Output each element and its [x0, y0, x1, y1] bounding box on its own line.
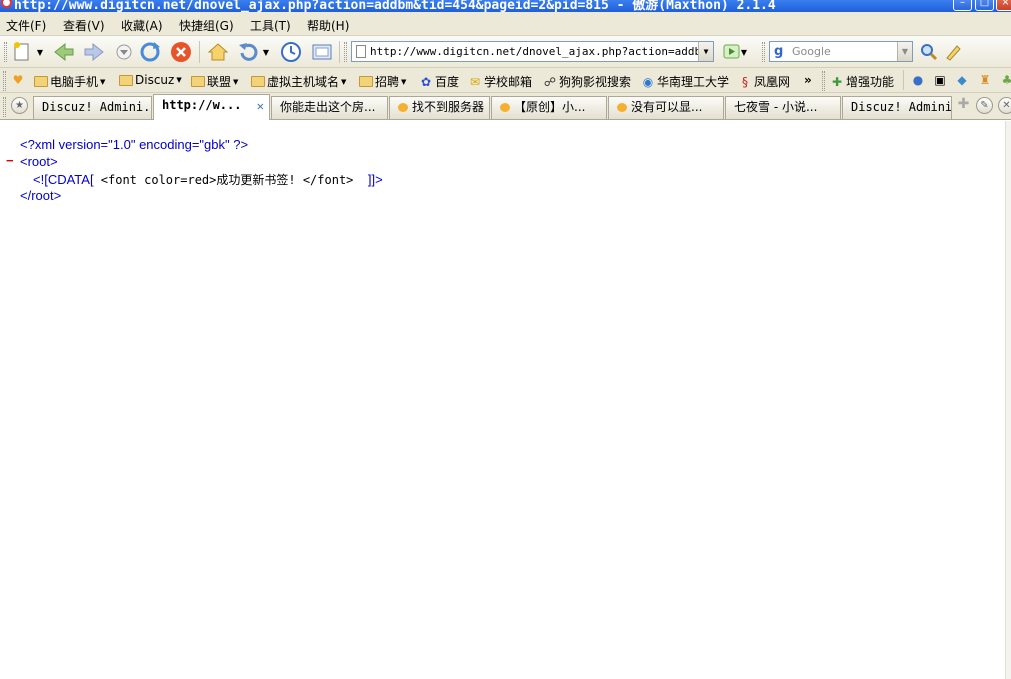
- collapse-toggle[interactable]: −: [6, 153, 14, 168]
- address-url: http://www.digitcn.net/dnovel_ajax.php?a…: [370, 45, 714, 58]
- fav-link-school-mail[interactable]: ✉ 学校邮箱: [468, 73, 532, 90]
- search-box[interactable]: g Google ▼: [769, 41, 913, 62]
- tab-bar: ★ Discuz! Admini... http://w...✕ 你能走出这个房…: [0, 93, 1011, 120]
- tab-nothing-to-display[interactable]: 没有可以显...: [608, 96, 724, 119]
- menu-help[interactable]: 帮助(H): [307, 17, 349, 34]
- plugin-icon-2[interactable]: ◆: [955, 73, 969, 87]
- fav-link-sogou-video[interactable]: ☍ 狗狗影视搜索: [543, 73, 631, 90]
- refresh-icon[interactable]: [138, 40, 162, 64]
- page-content: <?xml version="1.0" encoding="gbk" ?> − …: [0, 121, 1005, 679]
- home-icon[interactable]: [206, 40, 230, 64]
- history-dropdown-icon[interactable]: [112, 40, 136, 64]
- folder-icon: [359, 76, 373, 87]
- close-tab-icon[interactable]: ✕: [257, 96, 264, 117]
- folder-icon: [119, 74, 133, 86]
- favorites-bar: ♥ 电脑手机 ▼ Discuz ▼ 联盟 ▼ 虚拟主机域名 ▼ 招聘 ▼ ✿ 百度 ✉ 学校邮…: [0, 68, 1011, 93]
- paw-icon: ✿: [420, 74, 432, 89]
- fav-folder-computer[interactable]: 电脑手机 ▼: [34, 73, 105, 90]
- tab-original[interactable]: 【原创】小...: [491, 96, 607, 119]
- cdata-open: <![CDATA[: [33, 172, 94, 187]
- favorite-star-icon[interactable]: ★: [11, 97, 28, 114]
- title-bar: http://www.digitcn.net/dnovel_ajax.php?a…: [0, 0, 1011, 12]
- menu-tools[interactable]: 工具(T): [250, 17, 291, 34]
- tab-escape-room[interactable]: 你能走出这个房...: [271, 96, 388, 119]
- xml-root-open-tag: <root>: [20, 154, 58, 169]
- tab-discuz-admin-1[interactable]: Discuz! Admini...: [33, 96, 152, 119]
- toolbar-grip: [4, 42, 7, 62]
- page-bubble-icon: [617, 103, 627, 112]
- cdata-close: ]]>: [367, 172, 383, 187]
- menu-groups[interactable]: 快捷组(G): [179, 17, 234, 34]
- plugin-icon-3[interactable]: ♜: [978, 73, 992, 87]
- maximize-button[interactable]: □: [975, 0, 994, 11]
- fav-folder-jobs[interactable]: 招聘 ▼: [359, 73, 406, 90]
- page-icon: [356, 45, 366, 58]
- tab-discuz-admin-2[interactable]: Discuz! Admini...: [842, 96, 952, 119]
- search-placeholder: Google: [792, 45, 831, 58]
- page-bubble-icon: [398, 103, 408, 112]
- menu-file[interactable]: 文件(F): [6, 17, 46, 34]
- maxthon-logo-icon: [1, 0, 12, 8]
- back-icon[interactable]: [52, 40, 76, 64]
- menu-view[interactable]: 查看(V): [63, 17, 105, 34]
- address-dropdown-icon[interactable]: ▼: [698, 42, 713, 61]
- google-icon: g: [774, 44, 784, 59]
- go-dropdown-icon[interactable]: ▼: [738, 40, 750, 64]
- xml-root-close-tag: </root>: [20, 188, 62, 203]
- cdata-text: <font color=red>成功更新书签! </font>: [93, 173, 368, 187]
- address-bar[interactable]: http://www.digitcn.net/dnovel_ajax.php?a…: [351, 41, 714, 62]
- favorites-more-button[interactable]: »: [804, 73, 812, 87]
- new-tab-plus-icon[interactable]: ✚: [955, 97, 972, 114]
- folder-icon: [34, 76, 48, 87]
- menu-bar: 文件(F) 查看(V) 收藏(A) 快捷组(G) 工具(T) 帮助(H): [0, 12, 1011, 36]
- globe-icon: ◉: [642, 74, 654, 89]
- fav-link-ifeng[interactable]: § 凤凰网: [738, 73, 790, 90]
- phoenix-icon: §: [742, 74, 748, 89]
- link-icon: ☍: [543, 74, 557, 89]
- clock-icon[interactable]: [279, 40, 303, 64]
- minimize-button[interactable]: –: [953, 0, 972, 11]
- plugin-icon-1[interactable]: ●: [911, 73, 925, 87]
- tab-tools-icon[interactable]: ✎: [976, 97, 993, 114]
- xml-cdata-line: <![CDATA[ <font color=red>成功更新书签! </font…: [33, 171, 383, 188]
- xml-declaration: <?xml version="1.0" encoding="gbk" ?>: [20, 137, 249, 152]
- close-window-button[interactable]: ×: [996, 0, 1011, 11]
- folder-icon: [191, 76, 205, 87]
- stop-icon[interactable]: [169, 40, 193, 64]
- tab-qiyexue-novel[interactable]: 七夜雪 - 小说...: [725, 96, 841, 119]
- close-all-tabs-icon[interactable]: ✕: [998, 97, 1011, 114]
- new-tab-icon[interactable]: [10, 40, 34, 64]
- fav-folder-hosting[interactable]: 虚拟主机域名 ▼: [251, 73, 346, 90]
- fav-folder-alliance[interactable]: 联盟 ▼: [191, 73, 238, 90]
- highlight-icon[interactable]: [941, 40, 965, 64]
- fav-folder-discuz[interactable]: Discuz ▼: [119, 73, 182, 87]
- enhance-button[interactable]: ✚ 增强功能: [830, 73, 894, 90]
- window-icon[interactable]: ▣: [933, 73, 947, 87]
- undo-close-icon[interactable]: [236, 40, 260, 64]
- fav-link-scut[interactable]: ◉ 华南理工大学: [641, 73, 729, 90]
- tab-server-not-found[interactable]: 找不到服务器: [389, 96, 490, 119]
- folder-icon: [251, 76, 265, 87]
- mail-icon: ✉: [469, 74, 481, 89]
- screen-capture-icon[interactable]: [310, 40, 334, 64]
- fav-link-baidu[interactable]: ✿ 百度: [419, 73, 459, 90]
- menu-favorites[interactable]: 收藏(A): [121, 17, 163, 34]
- tab-current-page[interactable]: http://w... ✕: [153, 94, 270, 120]
- undo-dropdown-icon[interactable]: ▼: [260, 40, 272, 64]
- search-engine-dropdown-icon[interactable]: ▼: [897, 42, 912, 61]
- window-title: http://www.digitcn.net/dnovel_ajax.php?a…: [14, 0, 776, 12]
- search-icon[interactable]: [917, 40, 941, 64]
- plugin-icon-4[interactable]: ♣: [1000, 73, 1011, 87]
- new-tab-dropdown-icon[interactable]: ▼: [34, 40, 46, 64]
- forward-icon[interactable]: [82, 40, 106, 64]
- favorites-shield-icon[interactable]: ♥: [11, 73, 25, 87]
- plus-icon: ✚: [831, 74, 843, 89]
- page-bubble-icon: [500, 103, 510, 112]
- vertical-scrollbar[interactable]: [1005, 121, 1011, 679]
